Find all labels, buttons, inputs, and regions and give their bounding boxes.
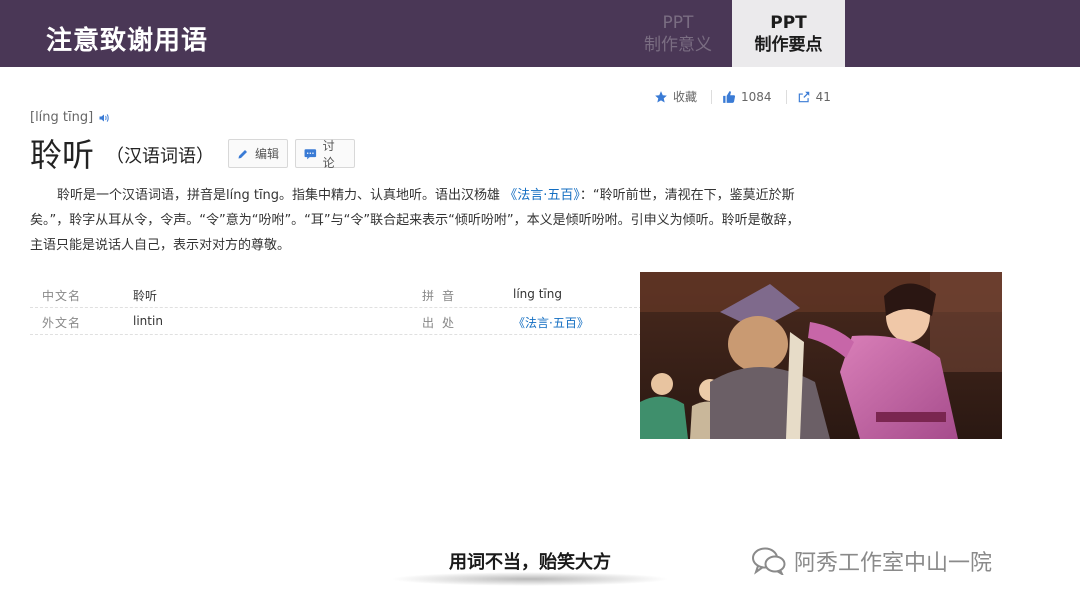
source-link[interactable]: 《法言·五百》	[504, 188, 580, 203]
share-icon	[798, 91, 809, 102]
star-icon	[655, 90, 667, 103]
entry-subtitle: （汉语词语）	[106, 146, 214, 167]
stats-bar: 收藏 1084 41	[654, 88, 845, 105]
divider	[711, 89, 713, 104]
slogan-block: 用词不当，贻笑大方	[380, 540, 680, 590]
discuss-label: 讨论	[322, 138, 335, 170]
entry-title: 聆听	[30, 136, 95, 174]
slogan-text: 用词不当，贻笑大方	[449, 552, 611, 573]
slogan-shadow	[390, 572, 670, 586]
tab-ppt-key-points[interactable]: PPT 制作要点	[732, 0, 845, 67]
field-value: lintin	[133, 314, 163, 328]
field-label: 中文名	[42, 289, 82, 303]
tab-line1: PPT	[770, 13, 807, 33]
thumbs-up-icon	[723, 90, 736, 103]
header-bar: 注意致谢用语 PPT 制作意义 PPT 制作要点	[0, 0, 1080, 67]
favorite-label: 收藏	[673, 90, 698, 104]
table-row: 外文名 lintin 出处 《法言·五百》	[30, 308, 642, 335]
pinyin-text: [líng tīng]	[30, 110, 94, 125]
field-label: 出处	[422, 316, 463, 330]
watermark: 阿秀工作室中山一院	[752, 545, 992, 577]
drama-still-photo	[640, 272, 1002, 439]
tab-line2: 制作意义	[644, 35, 712, 55]
comment-icon	[304, 148, 317, 159]
wechat-icon	[752, 547, 786, 575]
like-count: 1084	[741, 89, 772, 104]
entry-summary: 聆听是一个汉语词语，拼音是líng tīng。指集中精力、认真地听。语出汉杨雄 …	[30, 183, 800, 258]
tab-line1: PPT	[662, 13, 694, 33]
speaker-icon[interactable]	[98, 112, 110, 124]
table-row: 中文名 聆听 拼音 líng tīng	[30, 281, 642, 308]
watermark-text: 阿秀工作室中山一院	[794, 551, 993, 576]
field-label: 外文名	[42, 316, 82, 330]
field-value: líng tīng	[513, 287, 562, 301]
share-button[interactable]: 41	[797, 90, 831, 104]
divider	[785, 89, 787, 104]
pencil-icon	[238, 149, 247, 158]
source-link[interactable]: 《法言·五百》	[513, 314, 589, 331]
edit-button[interactable]: 编辑	[228, 139, 288, 168]
tab-ppt-meaning[interactable]: PPT 制作意义	[628, 0, 728, 67]
page-title: 注意致谢用语	[46, 26, 209, 56]
field-label: 拼音	[422, 289, 463, 303]
pinyin-line: [líng tīng]	[30, 110, 110, 125]
discuss-button[interactable]: 讨论	[295, 138, 355, 170]
edit-label: 编辑	[255, 147, 280, 161]
basic-info-table: 中文名 聆听 拼音 líng tīng 外文名 lintin 出处 《法言·五百…	[30, 281, 642, 335]
tab-line2: 制作要点	[754, 35, 823, 55]
favorite-button[interactable]: 收藏	[654, 88, 697, 105]
photo-illustration	[640, 272, 1002, 439]
field-value: 聆听	[133, 289, 158, 303]
share-count: 41	[815, 89, 831, 104]
summary-text: 聆听是一个汉语词语，拼音是líng tīng。指集中精力、认真地听。语出汉杨雄	[57, 188, 505, 203]
like-button[interactable]: 1084	[722, 90, 772, 104]
